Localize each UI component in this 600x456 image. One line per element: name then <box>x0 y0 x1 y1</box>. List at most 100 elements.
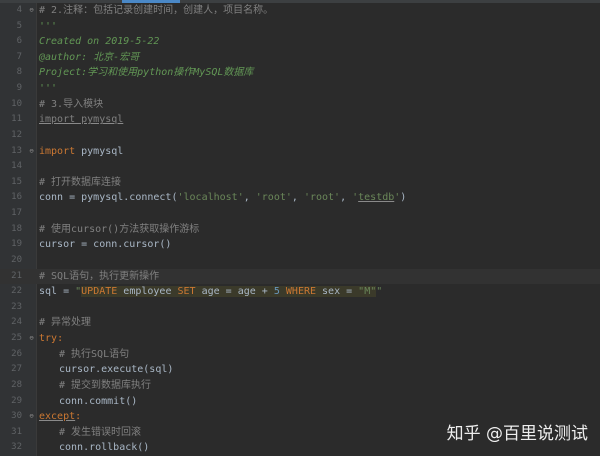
current-code-line: 21 # SQL语句，执行更新操作 <box>0 268 600 285</box>
code-text: : <box>75 411 82 423</box>
docstring-text: Project:学习和使用python操作MySQL数据库 <box>39 67 254 79</box>
line-number: 32 <box>11 442 22 453</box>
code-line: 15 # 打开数据库连接 <box>0 175 600 191</box>
line-number: 10 <box>11 98 22 109</box>
line-number: 17 <box>11 208 22 219</box>
docstring-delimiter: ''' <box>39 83 58 95</box>
line-number: 30 <box>11 411 22 422</box>
line-number: 28 <box>11 379 22 390</box>
except-statement: except: <box>39 409 81 425</box>
try-statement: try: <box>39 331 63 347</box>
code-line: 11 import pymysql <box>0 112 600 128</box>
code-text: : <box>57 333 64 345</box>
sql-assignment: sql = "UPDATE employee SET age = age + 5… <box>39 284 382 300</box>
line-number: 24 <box>11 317 22 328</box>
comment: # 提交到数据库执行 <box>59 379 152 391</box>
sql-text: age = age + <box>195 286 274 298</box>
code-text: conn.rollback() <box>59 442 150 454</box>
code-line: 26 # 执行SQL语句 <box>0 347 600 363</box>
line-number: 31 <box>11 426 22 437</box>
line-number: 6 <box>16 36 22 47</box>
line-number: 20 <box>11 254 22 265</box>
sql-string-literal: "M" <box>358 286 377 298</box>
string-literal: 'localhost' <box>177 192 244 204</box>
unused-import-statement: import pymysql <box>39 114 124 126</box>
code-text: , <box>243 192 256 204</box>
fold-marker-icon[interactable]: ⊖ <box>28 7 35 14</box>
line-number: 14 <box>11 161 22 172</box>
code-line: 5 ''' <box>0 19 600 35</box>
fold-marker-icon[interactable]: ⊖ <box>28 335 35 342</box>
code-text: ) <box>400 192 407 204</box>
zhihu-watermark: 知乎 @百里说测试 <box>446 424 588 444</box>
fold-marker-icon[interactable]: ⊖ <box>28 147 35 155</box>
code-line: 8 Project:学习和使用python操作MySQL数据库 <box>0 65 600 81</box>
comment: # 2.注释：包括记录创建时间，创建人，项目名称。 <box>39 5 274 16</box>
comment: # 使用cursor()方法获取操作游标 <box>39 223 200 235</box>
sql-text: employee <box>117 286 178 298</box>
line-number: 19 <box>11 239 22 250</box>
code-line: 24 # 异常处理 <box>0 315 600 331</box>
line-number: 5 <box>16 20 22 31</box>
line-number: 13 <box>11 145 22 156</box>
line-number: 27 <box>11 364 22 375</box>
line-number: 4 <box>16 5 22 15</box>
code-editor[interactable]: 4 ⊖ # 2.注释：包括记录创建时间，创建人，项目名称。 5 ''' 6 Cr… <box>0 3 600 456</box>
string-quote: " <box>376 286 383 298</box>
code-text: , <box>340 192 353 204</box>
docstring-text: Created on 2019-5-22 <box>39 36 160 48</box>
fold-marker-icon[interactable]: ⊖ <box>28 413 35 420</box>
sql-keyword: SET <box>177 286 196 298</box>
keyword: import <box>39 145 76 157</box>
line-number: 12 <box>11 129 22 140</box>
code-text: , <box>291 192 304 204</box>
string-literal: 'root' <box>303 192 341 204</box>
code-text: sql = <box>39 286 76 298</box>
code-line: 19 cursor = conn.cursor() <box>0 237 600 253</box>
code-line: 17 <box>0 206 600 222</box>
code-text: cursor.execute(sql) <box>59 364 174 376</box>
module-name: pymysql <box>75 145 124 157</box>
sql-string-highlight: UPDATE employee SET age = age + 5 WHERE … <box>81 286 377 298</box>
keyword: try <box>39 333 58 345</box>
comment: # SQL语句，执行更新操作 <box>39 270 160 282</box>
code-line: 13 ⊖ import pymysql <box>0 144 600 160</box>
code-line: 12 <box>0 128 600 144</box>
code-line: 16 conn = pymysql.connect('localhost', '… <box>0 190 600 206</box>
code-line: 22 sql = "UPDATE employee SET age = age … <box>0 284 600 300</box>
code-line: 23 <box>0 300 600 316</box>
code-line: 20 <box>0 253 600 269</box>
sql-keyword: WHERE <box>285 286 317 298</box>
code-text: conn = pymysql.connect( <box>39 192 178 204</box>
line-number: 11 <box>11 114 22 125</box>
comment: # 异常处理 <box>39 317 92 329</box>
string-literal: 'root' <box>255 192 292 204</box>
code-line: 18 # 使用cursor()方法获取操作游标 <box>0 222 600 238</box>
keyword: except <box>39 411 76 423</box>
code-text: cursor = conn.cursor() <box>39 239 172 251</box>
line-number: 7 <box>16 51 22 62</box>
code-line: 27 cursor.execute(sql) <box>0 362 600 378</box>
line-number: 18 <box>11 223 22 234</box>
code-line: 28 # 提交到数据库执行 <box>0 378 600 394</box>
code-line: 25 ⊖ try: <box>0 331 600 347</box>
comment: # 3.导入模块 <box>39 98 104 110</box>
line-number: 29 <box>11 395 22 406</box>
code-line: 6 Created on 2019-5-22 <box>0 34 600 50</box>
docstring-delimiter: ''' <box>39 20 58 32</box>
comment: # 打开数据库连接 <box>39 176 122 188</box>
code-line: 7 @author: 北京-宏哥 <box>0 50 600 66</box>
line-number: 15 <box>11 176 22 187</box>
connect-statement: conn = pymysql.connect('localhost', 'roo… <box>39 190 406 206</box>
line-number: 22 <box>11 286 22 297</box>
line-number: 8 <box>16 67 22 78</box>
code-line: 10 # 3.导入模块 <box>0 97 600 113</box>
line-number: 25 <box>11 333 22 344</box>
line-number: 16 <box>11 192 22 203</box>
line-number: 23 <box>11 301 22 312</box>
line-number: 21 <box>11 270 22 281</box>
comment: # 执行SQL语句 <box>59 348 130 360</box>
code-line: 9 ''' <box>0 81 600 97</box>
import-statement: import pymysql <box>39 144 123 160</box>
sql-text: sex = <box>316 286 359 298</box>
